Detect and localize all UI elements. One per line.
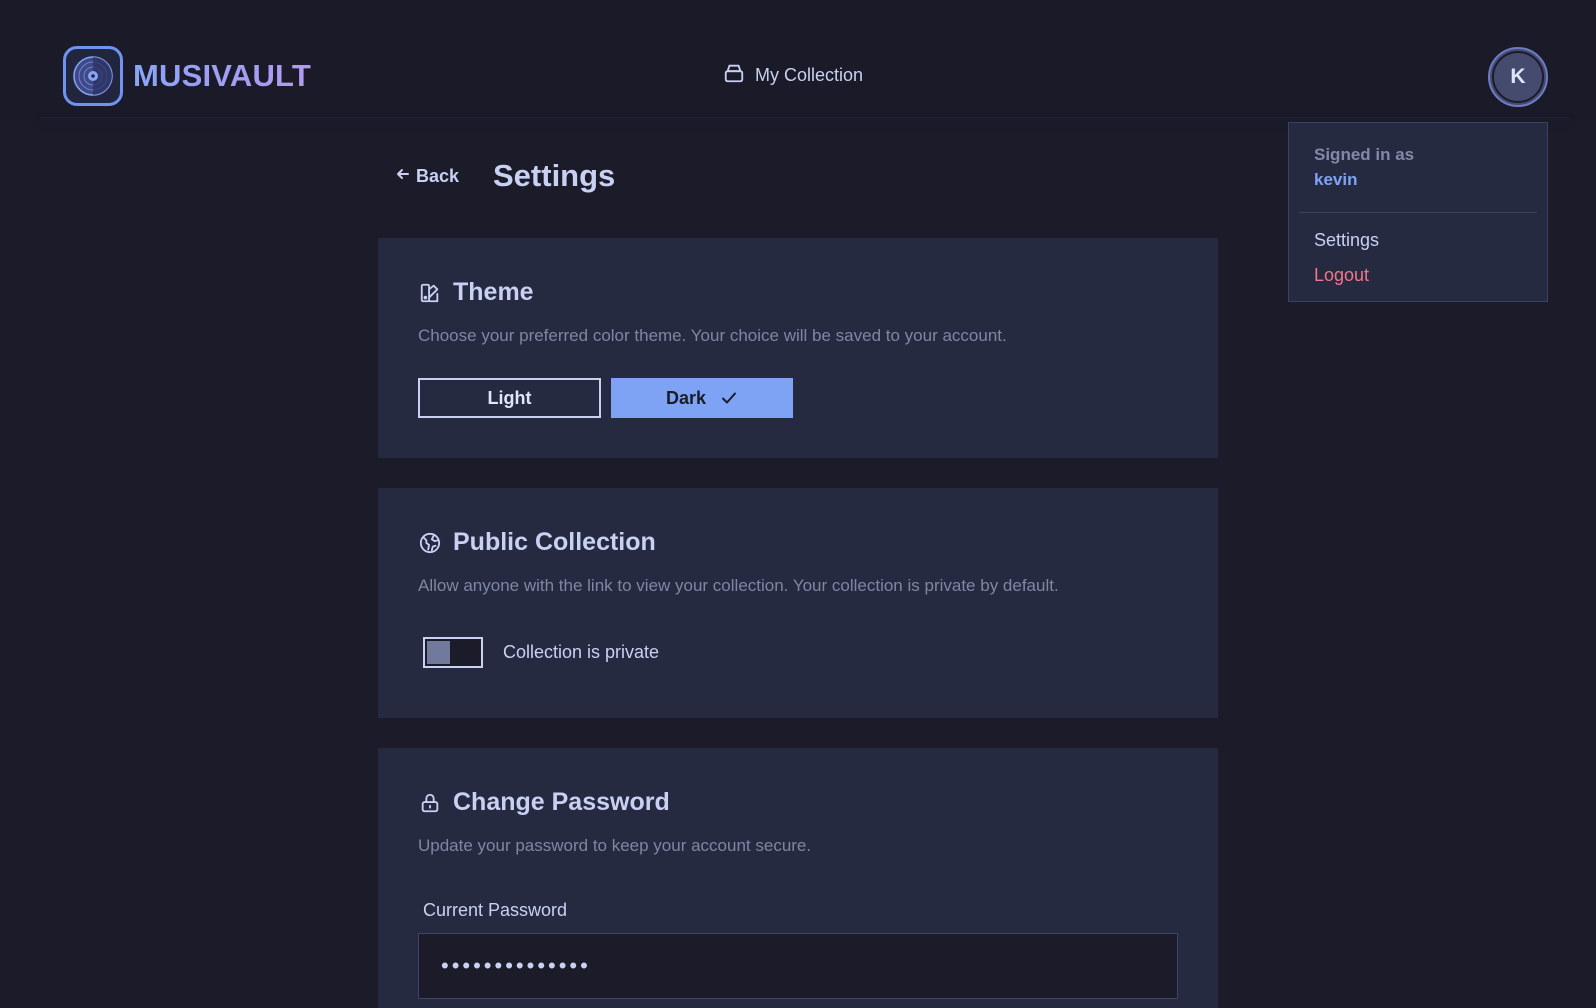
checkmark-icon — [720, 389, 738, 407]
nav-my-collection[interactable]: My Collection — [723, 62, 863, 89]
menu-item-logout[interactable]: Logout — [1314, 265, 1369, 286]
brand-name: MUSIVAULT — [133, 58, 312, 93]
change-password-description: Update your password to keep your accoun… — [418, 836, 812, 855]
header-divider — [40, 117, 1570, 118]
lock-icon — [418, 791, 442, 815]
back-button[interactable]: Back — [395, 166, 459, 187]
public-collection-toggle-label: Collection is private — [503, 642, 660, 662]
theme-dark-button[interactable]: Dark — [611, 378, 793, 418]
public-collection-card: Public Collection Allow anyone with the … — [378, 488, 1218, 718]
public-collection-toggle[interactable] — [423, 637, 483, 668]
archive-box-icon — [723, 62, 745, 89]
change-password-title: Change Password — [453, 788, 670, 816]
signed-in-label: Signed in as — [1314, 145, 1415, 164]
theme-description: Choose your preferred color theme. Your … — [418, 326, 1007, 345]
avatar-initial: K — [1510, 65, 1526, 88]
change-password-heading: Change Password — [418, 788, 670, 817]
current-password-label: Current Password — [423, 900, 568, 920]
user-menu-dropdown: Signed in as kevin Settings Logout — [1288, 122, 1548, 302]
menu-divider — [1299, 212, 1537, 213]
theme-light-button[interactable]: Light — [418, 378, 601, 418]
arrow-left-icon — [395, 166, 411, 187]
back-button-label: Back — [416, 166, 460, 186]
menu-item-settings[interactable]: Settings — [1314, 230, 1379, 251]
public-collection-title: Public Collection — [453, 528, 656, 556]
signed-in-username: kevin — [1314, 170, 1358, 189]
globe-icon — [418, 531, 442, 555]
vinyl-record-icon — [63, 46, 123, 106]
theme-heading: Theme — [418, 278, 534, 307]
change-password-card: Change Password Update your password to … — [378, 748, 1218, 1008]
palette-icon — [418, 281, 442, 305]
theme-card: Theme Choose your preferred color theme.… — [378, 238, 1218, 458]
user-avatar-button[interactable]: K — [1488, 47, 1548, 107]
brand-logo-link[interactable]: MUSIVAULT — [63, 46, 311, 106]
current-password-input[interactable] — [418, 933, 1178, 999]
public-collection-description: Allow anyone with the link to view your … — [418, 576, 1059, 595]
theme-title: Theme — [453, 278, 534, 306]
nav-my-collection-label: My Collection — [755, 65, 864, 85]
toggle-knob — [427, 641, 450, 664]
theme-dark-label: Dark — [665, 387, 707, 408]
page-title: Settings — [493, 158, 616, 193]
public-collection-heading: Public Collection — [418, 528, 656, 557]
